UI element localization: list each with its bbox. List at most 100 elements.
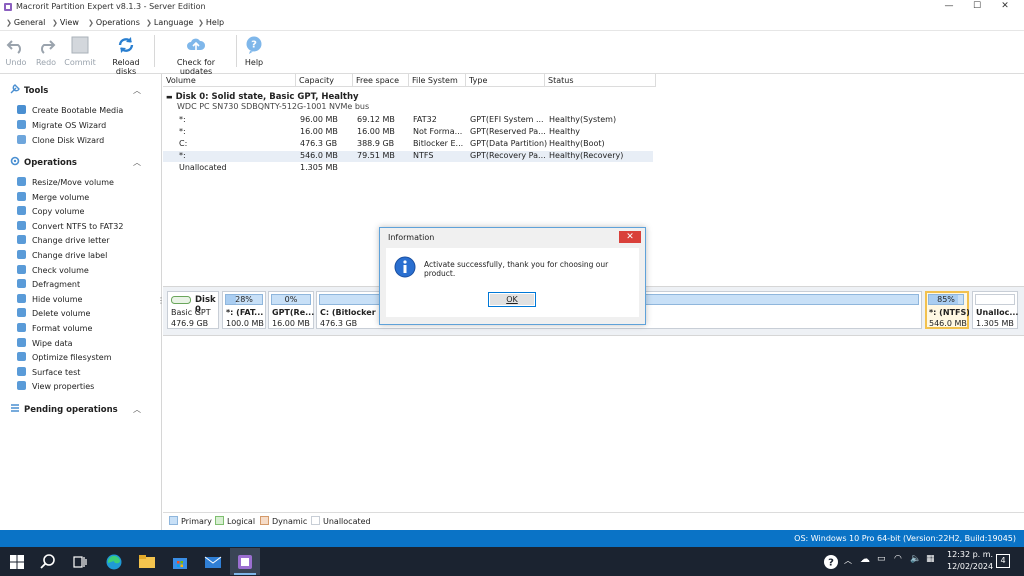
wipe-icon bbox=[17, 338, 26, 347]
dialog-title: Information bbox=[388, 233, 435, 242]
sidebar-item-delete-volume[interactable]: Delete volume bbox=[17, 308, 90, 318]
partition-expert-app-icon bbox=[238, 555, 252, 569]
disk-header[interactable]: ▬ Disk 0: Solid state, Basic GPT, Health… bbox=[166, 92, 359, 102]
menu-view[interactable]: ❯ View bbox=[52, 18, 79, 27]
partition-reserved[interactable]: 0% GPT(Re... 16.00 MB bbox=[268, 291, 314, 329]
sidebar-item-optimize-filesystem[interactable]: Optimize filesystem bbox=[17, 352, 112, 362]
column-header-file-system[interactable]: File System bbox=[409, 74, 466, 87]
partition-usage-bar: 85% bbox=[928, 294, 964, 305]
sidebar-item-check-volume[interactable]: Check volume bbox=[17, 265, 89, 275]
maximize-button[interactable]: ☐ bbox=[962, 0, 992, 14]
migrate-icon bbox=[17, 120, 26, 129]
volume-icon[interactable]: 🔈 bbox=[910, 554, 921, 564]
partition-unallocated[interactable]: Unalloc... 1.305 MB bbox=[972, 291, 1018, 329]
show-hidden-icons-chevron-icon[interactable]: ︿ bbox=[844, 555, 852, 566]
search-icon[interactable] bbox=[38, 552, 58, 572]
mail-icon[interactable] bbox=[203, 552, 223, 572]
partition-fat32[interactable]: 28% *: (FAT... 100.0 MB bbox=[222, 291, 266, 329]
help-tray-icon[interactable]: ? bbox=[823, 554, 839, 570]
commit-button[interactable]: Commit bbox=[64, 35, 96, 67]
dialog-message: Activate successfully, thank you for cho… bbox=[424, 260, 609, 278]
sidebar-item-hide-volume[interactable]: Hide volume bbox=[17, 294, 82, 304]
menu-bar: ❯ General ❯ View ❯ Operations ❯ Language ❯ He… bbox=[0, 16, 1024, 31]
help-button[interactable]: ? Help bbox=[242, 35, 266, 67]
taskbar-active-app[interactable] bbox=[230, 548, 260, 575]
table-row[interactable]: *: 96.00 MB 69.12 MB FAT32 GPT(EFI Syste… bbox=[163, 115, 663, 126]
partition-recovery[interactable]: 85% *: (NTFS) 546.0 MB bbox=[925, 291, 969, 329]
sidebar-item-merge-volume[interactable]: Merge volume bbox=[17, 192, 89, 202]
check-for-updates-button[interactable]: Check for updates bbox=[160, 35, 232, 76]
sidebar-item-convert-ntfs-to-fat32[interactable]: Convert NTFS to FAT32 bbox=[17, 221, 124, 231]
toolbar: Undo Redo Commit Reload disks Check for … bbox=[0, 31, 1024, 76]
collapse-pending-icon[interactable]: ︿ bbox=[133, 404, 141, 415]
sidebar-item-copy-volume[interactable]: Copy volume bbox=[17, 206, 84, 216]
reload-disks-button[interactable]: Reload disks bbox=[102, 35, 150, 76]
table-row[interactable]: Unallocated 1.305 MB bbox=[163, 163, 663, 174]
cloud-icon[interactable]: ☁ bbox=[860, 554, 870, 565]
legend-dynamic: Dynamic bbox=[260, 516, 307, 526]
sidebar-item-create-bootable-media[interactable]: Create Bootable Media bbox=[17, 105, 123, 115]
optimize-icon bbox=[17, 352, 26, 361]
chevron-right-icon: ❯ bbox=[198, 19, 204, 27]
sidebar-item-resize-move-volume[interactable]: Resize/Move volume bbox=[17, 177, 114, 187]
chevron-right-icon: ❯ bbox=[6, 19, 12, 27]
sidebar-item-migrate-os-wizard[interactable]: Migrate OS Wizard bbox=[17, 120, 106, 130]
table-row[interactable]: C: 476.3 GB 388.9 GB Bitlocker E... GPT(… bbox=[163, 139, 663, 150]
legend-primary: Primary bbox=[169, 516, 212, 526]
menu-general[interactable]: ❯ General bbox=[6, 18, 45, 27]
close-button[interactable]: ✕ bbox=[990, 0, 1020, 14]
disk-map-disk0[interactable]: Disk 0 Basic GPT 476.9 GB bbox=[167, 291, 219, 329]
ok-button[interactable]: OK bbox=[488, 292, 536, 307]
file-explorer-icon[interactable] bbox=[137, 552, 157, 572]
windows-start-icon[interactable] bbox=[7, 552, 27, 572]
pending-operations-section-header[interactable]: Pending operations bbox=[10, 403, 118, 415]
sidebar-item-format-volume[interactable]: Format volume bbox=[17, 323, 92, 333]
title-bar: Macrorit Partition Expert v8.1.3 - Serve… bbox=[0, 0, 1024, 14]
clock-time[interactable]: 12:32 p. m. bbox=[947, 550, 993, 559]
convert-icon bbox=[17, 221, 26, 230]
minimize-button[interactable]: — bbox=[934, 0, 964, 14]
menu-operations[interactable]: ❯ Operations bbox=[88, 18, 140, 27]
chevron-right-icon: ❯ bbox=[52, 19, 58, 27]
task-view-icon[interactable] bbox=[70, 552, 90, 572]
column-header-capacity[interactable]: Capacity bbox=[296, 74, 353, 87]
collapse-disk-icon[interactable]: ▬ bbox=[166, 93, 173, 101]
splitter-handle[interactable]: ⋮ bbox=[157, 296, 165, 310]
clock-date[interactable]: 12/02/2024 bbox=[947, 562, 993, 571]
sidebar-item-defragment[interactable]: Defragment bbox=[17, 279, 80, 289]
edge-browser-icon[interactable] bbox=[104, 552, 124, 572]
menu-help[interactable]: ❯ Help bbox=[198, 18, 224, 27]
dialog-close-button[interactable]: ✕ bbox=[619, 231, 641, 243]
column-header-type[interactable]: Type bbox=[466, 74, 545, 87]
sidebar-item-change-drive-label[interactable]: Change drive label bbox=[17, 250, 107, 260]
battery-icon[interactable]: ▭ bbox=[877, 554, 886, 564]
table-row[interactable]: *: 16.00 MB 16.00 MB Not Forma... GPT(Re… bbox=[163, 127, 663, 138]
legend: Primary Logical Dynamic Unallocated bbox=[163, 512, 1024, 529]
sidebar-item-clone-disk-wizard[interactable]: Clone Disk Wizard bbox=[17, 135, 104, 145]
table-row[interactable]: *: 546.0 MB 79.51 MB NTFS GPT(Recovery P… bbox=[163, 151, 663, 162]
store-icon[interactable] bbox=[170, 552, 190, 572]
collapse-operations-icon[interactable]: ︿ bbox=[133, 157, 141, 168]
disk-drive-icon bbox=[171, 296, 191, 304]
wifi-icon[interactable]: ◠ bbox=[894, 554, 902, 564]
menu-language[interactable]: ❯ Language bbox=[146, 18, 193, 27]
operations-section-header[interactable]: Operations bbox=[10, 156, 77, 168]
undo-button[interactable]: Undo bbox=[4, 35, 28, 67]
notifications-icon[interactable]: 4 bbox=[996, 554, 1010, 568]
column-header-volume[interactable]: Volume bbox=[163, 74, 296, 87]
sidebar-item-wipe-data[interactable]: Wipe data bbox=[17, 338, 73, 348]
tools-section-header[interactable]: Tools bbox=[10, 84, 48, 96]
collapse-tools-icon[interactable]: ︿ bbox=[133, 85, 141, 96]
ime-icon[interactable]: ▦ bbox=[926, 554, 935, 564]
sidebar-item-surface-test[interactable]: Surface test bbox=[17, 367, 80, 377]
column-header-status[interactable]: Status bbox=[545, 74, 656, 87]
resize-icon bbox=[17, 177, 26, 186]
dialog-body: Activate successfully, thank you for cho… bbox=[386, 248, 639, 317]
format-icon bbox=[17, 323, 26, 332]
column-header-free-space[interactable]: Free space bbox=[353, 74, 409, 87]
sidebar-item-view-properties[interactable]: View properties bbox=[17, 381, 94, 391]
refresh-icon bbox=[118, 37, 134, 53]
sidebar-item-change-drive-letter[interactable]: Change drive letter bbox=[17, 235, 110, 245]
drive-letter-icon bbox=[17, 235, 26, 244]
redo-button[interactable]: Redo bbox=[34, 35, 58, 67]
